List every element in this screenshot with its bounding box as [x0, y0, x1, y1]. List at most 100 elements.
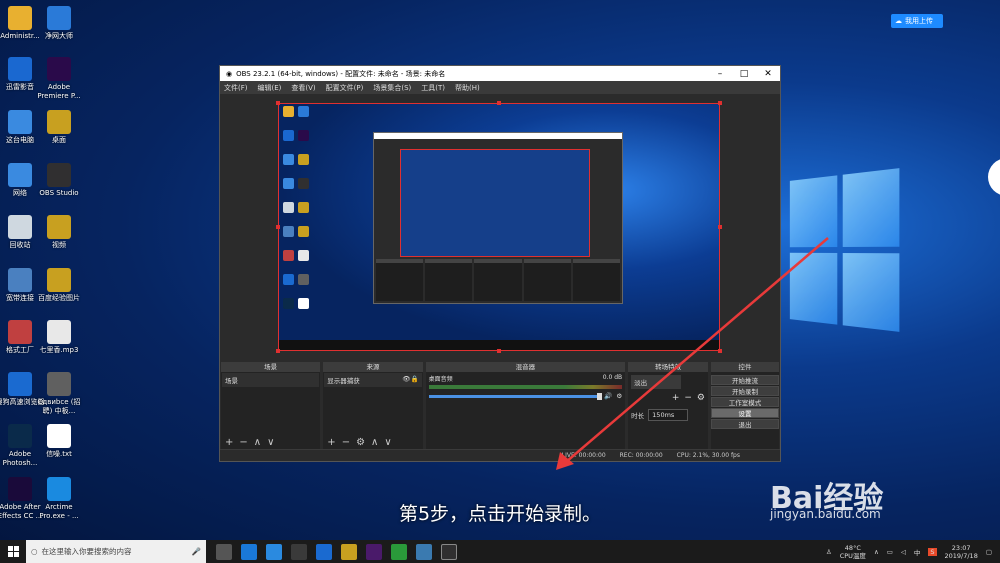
gear-icon[interactable]: ⚙ [356, 437, 365, 448]
app-icon [8, 477, 32, 501]
desktop-icon-label: OBS Studio [39, 189, 79, 197]
add-icon[interactable]: + [225, 437, 233, 448]
sources-title: 来源 [323, 362, 423, 372]
app-icon [8, 268, 32, 292]
menu-scene-collection[interactable]: 场景集合(S) [373, 83, 411, 93]
add-icon[interactable]: + [672, 393, 680, 403]
resize-handle[interactable] [276, 101, 280, 105]
desktop-icon[interactable]: 桌面 [33, 110, 85, 145]
menu-profile[interactable]: 配置文件(P) [326, 83, 364, 93]
windows-logo [789, 168, 900, 332]
duration-label: 时长 [631, 412, 645, 420]
clock-date: 2019/7/18 [944, 551, 978, 560]
person-icon[interactable]: ♙ [826, 548, 832, 556]
sogou-ime-icon[interactable]: S [928, 547, 937, 556]
desktop-icon-label: 净网大师 [45, 32, 73, 40]
menu-edit[interactable]: 编辑(E) [258, 83, 282, 93]
maximize-icon[interactable]: □ [732, 69, 756, 79]
close-icon[interactable]: ✕ [756, 69, 780, 79]
search-icon: ○ [31, 547, 38, 556]
edge-icon[interactable] [241, 543, 257, 560]
volume-meter [428, 385, 623, 389]
upload-button[interactable]: ☁ 我用上传 [891, 14, 943, 28]
resize-handle[interactable] [276, 349, 280, 353]
desktop-icon[interactable]: Cдвиbce (招聘) 中板... [33, 372, 85, 416]
gear-icon[interactable]: ⚙ [616, 392, 622, 400]
menu-help[interactable]: 帮助(H) [455, 83, 480, 93]
gear-icon[interactable]: ⚙ [697, 393, 705, 403]
remove-icon[interactable]: − [239, 437, 247, 448]
studio-mode-button[interactable]: 工作室模式 [711, 397, 779, 407]
start-recording-button[interactable]: 开始录制 [711, 386, 779, 396]
upload-label: 我用上传 [905, 17, 933, 25]
desktop-icon-label: 百度经验图片 [38, 294, 80, 302]
remove-icon[interactable]: − [342, 437, 350, 448]
lock-icon[interactable]: 🔒 [411, 375, 419, 383]
up-icon[interactable]: ∧ [254, 437, 261, 448]
resize-handle[interactable] [718, 349, 722, 353]
remove-icon[interactable]: − [684, 393, 692, 403]
minimize-icon[interactable]: – [708, 69, 732, 79]
eye-icon[interactable]: 👁 [402, 375, 410, 383]
dock-area: 场景 场景 + − ∧ ∨ 来源 显示器捕获 👁🔒 + − ⚙ ∧ ∨ 混音器 … [220, 362, 780, 449]
exit-button[interactable]: 退出 [711, 419, 779, 429]
menu-file[interactable]: 文件(F) [224, 83, 248, 93]
resize-handle[interactable] [718, 101, 722, 105]
desktop-icon[interactable]: 七里香.mp3 [33, 320, 85, 355]
taskbar-search[interactable]: ○ 在这里输入你要搜索的内容 🎤 [26, 540, 206, 563]
duration-input[interactable]: 150ms [648, 409, 689, 421]
mixer-dock: 混音器 桌面音频 0.0 dB 🔊 ⚙ [425, 362, 626, 449]
app-icon[interactable] [266, 543, 282, 560]
app-icon [47, 477, 71, 501]
source-item[interactable]: 显示器捕获 👁🔒 [324, 373, 422, 387]
obs-taskbar-icon[interactable] [441, 543, 457, 560]
resize-handle[interactable] [497, 101, 501, 105]
cpu-temp-label: CPU温度 [839, 551, 866, 560]
settings-button[interactable]: 设置 [711, 408, 779, 418]
volume-icon[interactable]: ◁ [901, 548, 906, 556]
desktop-icon[interactable]: 净网大师 [33, 6, 85, 41]
add-icon[interactable]: + [327, 437, 335, 448]
transitions-title: 转场特效 [628, 362, 708, 372]
file-explorer-icon[interactable] [341, 543, 357, 560]
app-icon [8, 6, 32, 30]
down-icon[interactable]: ∨ [384, 437, 391, 448]
scene-item[interactable]: 场景 [222, 373, 320, 387]
obs-logo-icon: ◉ [226, 69, 233, 78]
desktop-icon[interactable]: 信噪.txt [33, 424, 85, 459]
wechat-icon[interactable] [391, 543, 407, 560]
app-icon [8, 110, 32, 134]
menu-view[interactable]: 查看(V) [291, 83, 315, 93]
resize-handle[interactable] [718, 225, 722, 229]
up-icon[interactable]: ∧ [371, 437, 378, 448]
task-view-icon[interactable] [216, 543, 232, 560]
desktop-icon[interactable]: OBS Studio [33, 163, 85, 198]
clock[interactable]: 23:07 2019/7/18 [945, 544, 978, 560]
start-button[interactable] [0, 540, 26, 563]
transition-select[interactable]: 淡出 [631, 375, 682, 389]
volume-slider[interactable] [428, 392, 602, 400]
resize-handle[interactable] [497, 349, 501, 353]
ime-icon[interactable]: 中 [914, 547, 921, 557]
chevron-up-icon[interactable]: ∧ [874, 548, 879, 556]
baidu-netdisk-icon[interactable] [291, 543, 307, 560]
desktop-icon[interactable]: Adobe Premiere P... [33, 57, 85, 101]
resize-handle[interactable] [276, 225, 280, 229]
speaker-icon[interactable]: 🔊 [604, 392, 612, 400]
notification-icon[interactable]: ▢ [986, 548, 992, 556]
desktop-icon[interactable]: 百度经验图片 [33, 268, 85, 303]
premiere-icon[interactable] [366, 543, 382, 560]
side-bubble[interactable] [988, 158, 1000, 196]
app-icon[interactable] [416, 543, 432, 560]
down-icon[interactable]: ∨ [267, 437, 274, 448]
sogou-browser-icon[interactable] [316, 543, 332, 560]
mic-icon[interactable]: 🎤 [192, 547, 201, 556]
desktop-icon[interactable]: 视频 [33, 215, 85, 250]
network-icon[interactable]: ▭ [887, 548, 893, 556]
system-tray: ♙ 48°C CPU温度 ∧ ▭ ◁ 中 S 23:07 2019/7/18 ▢ [826, 544, 1000, 560]
controls-dock: 控件 开始推流 开始录制 工作室模式 设置 退出 [711, 362, 779, 449]
menu-tools[interactable]: 工具(T) [421, 83, 445, 93]
preview-canvas[interactable] [278, 103, 720, 351]
start-streaming-button[interactable]: 开始推流 [711, 375, 779, 385]
scenes-title: 场景 [221, 362, 321, 372]
